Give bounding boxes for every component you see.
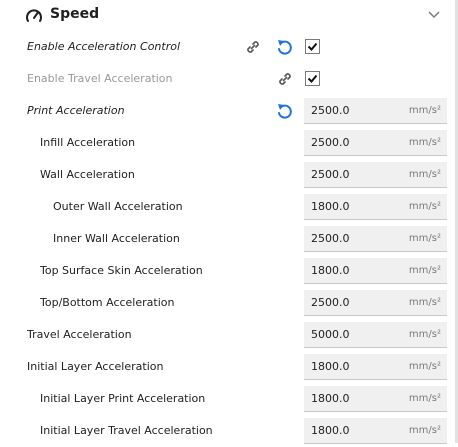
field-value: 5000.0 <box>311 328 350 341</box>
field-value: 1800.0 <box>311 392 350 405</box>
field-unit: mm/s² <box>408 137 441 148</box>
setting-label: Initial Layer Travel Acceleration <box>40 424 213 437</box>
field-value: 1800.0 <box>311 360 350 373</box>
field-value: 1800.0 <box>311 424 350 437</box>
checkmark-icon <box>307 74 318 83</box>
infill-acceleration-input[interactable]: 2500.0 mm/s² <box>304 130 447 156</box>
reset-icon[interactable] <box>276 102 292 120</box>
field-value: 2500.0 <box>311 296 350 309</box>
wall-acceleration-input[interactable]: 2500.0 mm/s² <box>304 162 447 188</box>
setting-row-enable-acceleration-control: Enable Acceleration Control <box>0 31 452 63</box>
field-unit: mm/s² <box>408 201 441 212</box>
setting-label: Top/Bottom Acceleration <box>40 296 175 309</box>
setting-row-infill-acceleration: Infill Acceleration 2500.0 mm/s² <box>0 127 452 159</box>
chevron-down-icon[interactable] <box>427 9 441 19</box>
setting-row-initial-layer-acceleration: Initial Layer Acceleration 1800.0 mm/s² <box>0 351 452 383</box>
setting-row-top-bottom-acceleration: Top/Bottom Acceleration 2500.0 mm/s² <box>0 287 452 319</box>
field-unit: mm/s² <box>408 265 441 276</box>
enable-acceleration-control-checkbox[interactable] <box>305 39 320 54</box>
setting-label: Outer Wall Acceleration <box>53 200 183 213</box>
setting-row-travel-acceleration: Travel Acceleration 5000.0 mm/s² <box>0 319 452 351</box>
setting-label: Wall Acceleration <box>40 168 135 181</box>
setting-row-wall-acceleration: Wall Acceleration 2500.0 mm/s² <box>0 159 452 191</box>
setting-row-initial-layer-travel-acceleration: Initial Layer Travel Acceleration 1800.0… <box>0 415 452 447</box>
setting-row-inner-wall-acceleration: Inner Wall Acceleration 2500.0 mm/s² <box>0 223 452 255</box>
outer-wall-acceleration-input[interactable]: 1800.0 mm/s² <box>304 194 447 220</box>
travel-acceleration-input[interactable]: 5000.0 mm/s² <box>304 322 447 348</box>
initial-layer-print-acceleration-input[interactable]: 1800.0 mm/s² <box>304 386 447 412</box>
setting-label: Enable Acceleration Control <box>27 40 181 53</box>
section-title: Speed <box>50 6 100 22</box>
setting-row-initial-layer-print-acceleration: Initial Layer Print Acceleration 1800.0 … <box>0 383 452 415</box>
field-value: 2500.0 <box>311 168 350 181</box>
link-icon[interactable] <box>276 70 294 88</box>
setting-row-print-acceleration: Print Acceleration 2500.0 mm/s² <box>0 95 452 127</box>
setting-label: Travel Acceleration <box>27 328 132 341</box>
setting-row-top-surface-skin-acceleration: Top Surface Skin Acceleration 1800.0 mm/… <box>0 255 452 287</box>
setting-label: Print Acceleration <box>27 104 125 117</box>
top-surface-skin-acceleration-input[interactable]: 1800.0 mm/s² <box>304 258 447 284</box>
field-unit: mm/s² <box>408 169 441 180</box>
setting-label: Initial Layer Acceleration <box>27 360 164 373</box>
field-unit: mm/s² <box>408 329 441 340</box>
section-header-speed[interactable]: Speed <box>0 0 458 32</box>
field-value: 2500.0 <box>311 232 350 245</box>
setting-label: Enable Travel Acceleration <box>27 72 173 85</box>
inner-wall-acceleration-input[interactable]: 2500.0 mm/s² <box>304 226 447 252</box>
speedometer-icon <box>26 9 42 22</box>
field-value: 2500.0 <box>311 136 350 149</box>
checkmark-icon <box>307 42 318 51</box>
setting-label: Inner Wall Acceleration <box>53 232 180 245</box>
setting-row-enable-travel-acceleration: Enable Travel Acceleration <box>0 63 452 95</box>
field-value: 1800.0 <box>311 264 350 277</box>
enable-travel-acceleration-checkbox[interactable] <box>305 71 320 86</box>
top-bottom-acceleration-input[interactable]: 2500.0 mm/s² <box>304 290 447 316</box>
field-unit: mm/s² <box>408 233 441 244</box>
field-unit: mm/s² <box>408 361 441 372</box>
print-acceleration-input[interactable]: 2500.0 mm/s² <box>304 98 447 124</box>
setting-label: Initial Layer Print Acceleration <box>40 392 206 405</box>
reset-icon[interactable] <box>276 38 292 56</box>
field-unit: mm/s² <box>408 105 441 116</box>
setting-label: Infill Acceleration <box>40 136 136 149</box>
field-value: 1800.0 <box>311 200 350 213</box>
field-unit: mm/s² <box>408 297 441 308</box>
link-icon[interactable] <box>244 38 262 56</box>
field-unit: mm/s² <box>408 393 441 404</box>
initial-layer-travel-acceleration-input[interactable]: 1800.0 mm/s² <box>304 418 447 444</box>
initial-layer-acceleration-input[interactable]: 1800.0 mm/s² <box>304 354 447 380</box>
setting-label: Top Surface Skin Acceleration <box>40 264 203 277</box>
field-unit: mm/s² <box>408 425 441 436</box>
setting-row-outer-wall-acceleration: Outer Wall Acceleration 1800.0 mm/s² <box>0 191 452 223</box>
field-value: 2500.0 <box>311 104 350 117</box>
